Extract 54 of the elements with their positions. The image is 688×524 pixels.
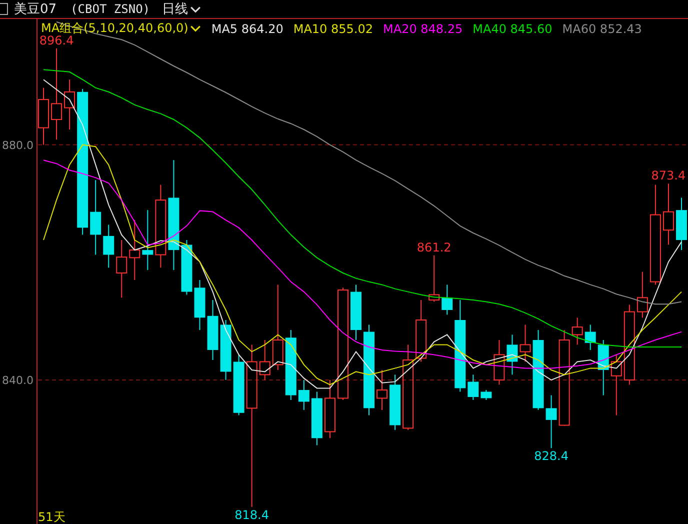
indicator-value: MA60 852.43 — [562, 22, 642, 36]
price-extreme-label: 828.4 — [534, 449, 568, 464]
candlestick — [181, 240, 192, 296]
candlestick — [442, 284, 453, 316]
indicator-value: MA40 845.60 — [472, 22, 552, 36]
indicator-value: MA5 864.20 — [211, 22, 284, 36]
candlestick — [506, 334, 518, 376]
candlestick — [324, 379, 336, 439]
y-axis-label: 840.0 — [2, 374, 34, 387]
window-corner-icon — [0, 3, 8, 15]
caret-icon — [190, 25, 202, 32]
candlestick — [233, 354, 244, 416]
candlestick — [311, 391, 322, 446]
candlestick — [416, 300, 427, 362]
candlestick — [142, 210, 154, 271]
candlestick — [584, 324, 596, 350]
price-extreme-label: 873.4 — [651, 168, 686, 183]
candlestick — [350, 284, 362, 340]
indicator-value: MA20 848.25 — [383, 22, 463, 36]
candlestick — [390, 374, 401, 430]
candlestick — [194, 280, 206, 330]
candlestick — [207, 300, 218, 360]
candlestick — [662, 183, 674, 246]
candlestick — [468, 374, 479, 400]
candlestick — [636, 271, 648, 318]
candlestick — [520, 324, 531, 362]
period-dropdown[interactable]: 日线 — [162, 0, 202, 18]
candlestick — [103, 224, 114, 268]
candlestick — [546, 394, 557, 449]
bar-count-label: 51天 — [38, 510, 66, 524]
candlestick — [572, 317, 583, 346]
candlestick — [494, 340, 505, 386]
y-axis-label: 880.0 — [2, 138, 34, 152]
candlestick — [220, 320, 232, 380]
candlestick — [428, 254, 440, 302]
caret-icon — [190, 6, 202, 12]
candlestick — [116, 240, 128, 298]
price-extreme-label: 818.4 — [234, 508, 269, 522]
candlestick — [298, 379, 310, 410]
candlestick — [610, 354, 622, 416]
candlestick — [259, 340, 270, 380]
price-extreme-label: 861.2 — [416, 240, 452, 254]
contract-code: (CBOT ZSNO) — [70, 2, 150, 16]
price-extreme-label: 896.4 — [39, 33, 74, 48]
candlestick — [64, 79, 76, 130]
candlestick — [129, 220, 140, 281]
candlestick — [285, 330, 296, 400]
candlestick — [38, 87, 49, 146]
candlestick — [598, 340, 609, 396]
indicator-value: MA10 855.02 — [293, 22, 373, 36]
candlestick — [376, 369, 388, 410]
symbol-name: 美豆07 — [14, 1, 57, 18]
candlestick — [676, 197, 687, 251]
candlestick — [480, 389, 492, 400]
